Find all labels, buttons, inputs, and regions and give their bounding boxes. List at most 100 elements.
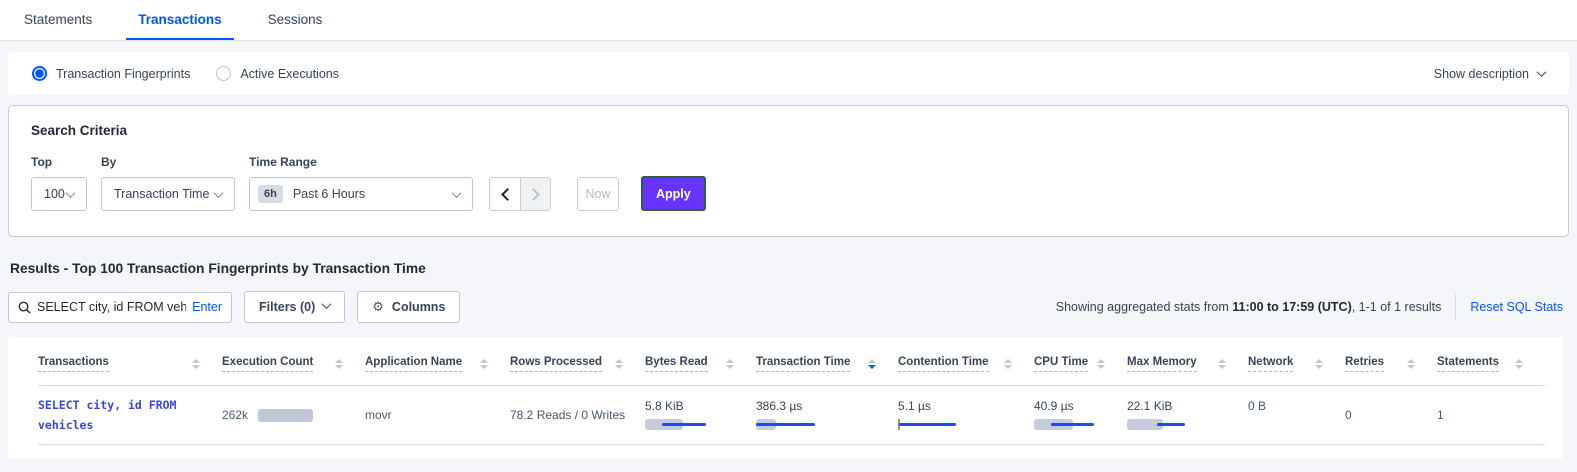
column-header-label: Max Memory: [1127, 356, 1197, 372]
time-range-value: Past 6 Hours: [293, 187, 365, 201]
max-memory-bar: [1127, 418, 1197, 431]
sort-icon[interactable]: [726, 359, 734, 369]
gear-icon: ⚙: [372, 299, 384, 315]
chevron-down-icon: [66, 188, 76, 198]
transaction-fingerprint-link[interactable]: SELECT city, id FROM vehicles: [38, 395, 198, 435]
table-header-row: TransactionsExecution Count Application N…: [38, 343, 1545, 386]
filters-button-label: Filters (0): [259, 300, 315, 314]
column-header-contention-time[interactable]: Contention Time: [898, 356, 1034, 372]
top-field: Top 100: [31, 155, 87, 211]
cell-bytes-read: 5.8 KiB: [645, 386, 756, 431]
transaction-time-bar: [756, 418, 826, 431]
chevron-right-icon: [527, 188, 540, 201]
table-row: SELECT city, id FROM vehicles 262k movr …: [38, 386, 1545, 445]
by-field-label: By: [101, 155, 235, 169]
chevron-down-icon: [1537, 67, 1547, 77]
max-memory-value: 22.1 KiB: [1127, 399, 1248, 413]
sort-icon[interactable]: [1315, 359, 1323, 369]
filters-button[interactable]: Filters (0): [244, 291, 345, 323]
columns-button[interactable]: ⚙ Columns: [357, 291, 460, 323]
column-header-label: Contention Time: [898, 356, 989, 372]
column-header-label: Transaction Time: [756, 356, 850, 372]
cell-max-memory: 22.1 KiB: [1127, 386, 1248, 431]
tab-bar: Statements Transactions Sessions: [0, 0, 1577, 41]
radio-transaction-fingerprints[interactable]: Transaction Fingerprints: [32, 66, 190, 81]
tab-transactions[interactable]: Transactions: [126, 0, 233, 40]
column-header-application-name[interactable]: Application Name: [365, 356, 510, 372]
sort-icon[interactable]: [615, 359, 623, 369]
time-range-badge: 6h: [258, 185, 283, 203]
column-header-transaction-time[interactable]: Transaction Time: [756, 356, 898, 372]
tab-statements[interactable]: Statements: [12, 0, 104, 40]
cell-execution-count: 262k: [222, 408, 365, 422]
top-select[interactable]: 100: [31, 177, 87, 211]
cell-transactions: SELECT city, id FROM vehicles: [38, 395, 222, 435]
column-header-max-memory[interactable]: Max Memory: [1127, 356, 1248, 372]
column-header-label: Statements: [1437, 356, 1499, 372]
columns-button-label: Columns: [392, 300, 445, 314]
sort-icon[interactable]: [868, 359, 876, 369]
cell-statements: 1: [1437, 408, 1545, 422]
time-nav-group: [489, 177, 551, 211]
contention-time-value: 5.1 µs: [898, 399, 1034, 413]
sort-icon[interactable]: [1407, 359, 1415, 369]
next-time-button[interactable]: [520, 178, 550, 210]
chevron-down-icon: [322, 299, 332, 309]
sort-icon[interactable]: [335, 359, 343, 369]
column-header-bytes-read[interactable]: Bytes Read: [645, 356, 756, 372]
column-header-transactions[interactable]: Transactions: [38, 356, 222, 372]
aggregated-stats-text: Showing aggregated stats from 11:00 to 1…: [1056, 300, 1442, 314]
cell-network: 0 B: [1248, 386, 1345, 413]
view-toggle-card: Transaction Fingerprints Active Executio…: [8, 52, 1569, 95]
reset-sql-stats-link[interactable]: Reset SQL Stats: [1470, 300, 1563, 314]
by-select[interactable]: Transaction Time: [101, 177, 235, 211]
search-box[interactable]: Enter: [8, 292, 232, 323]
vertical-divider: [1455, 294, 1456, 320]
time-range-field-label: Time Range: [249, 155, 473, 169]
radio-selected-icon[interactable]: [32, 66, 47, 81]
search-input[interactable]: [37, 300, 186, 314]
show-description-toggle[interactable]: Show description: [1434, 67, 1545, 81]
sort-icon[interactable]: [1218, 359, 1226, 369]
cell-application-name: movr: [365, 408, 510, 422]
column-header-execution-count[interactable]: Execution Count: [222, 356, 365, 372]
column-header-cpu-time[interactable]: CPU Time: [1034, 356, 1127, 372]
previous-time-button[interactable]: [490, 178, 520, 210]
sort-icon[interactable]: [1097, 359, 1105, 369]
cell-retries: 0: [1345, 408, 1437, 422]
stats-area: Showing aggregated stats from 11:00 to 1…: [1056, 294, 1569, 320]
bytes-read-value: 5.8 KiB: [645, 399, 756, 413]
search-criteria-card: Search Criteria Top 100 By Transaction T…: [8, 105, 1569, 237]
search-enter-button[interactable]: Enter: [192, 300, 222, 314]
sort-icon[interactable]: [1515, 359, 1523, 369]
column-header-rows-processed[interactable]: Rows Processed: [510, 356, 645, 372]
column-header-label: Retries: [1345, 356, 1384, 372]
chevron-left-icon: [501, 188, 514, 201]
execution-count-value: 262k: [222, 408, 248, 422]
results-table-card: TransactionsExecution Count Application N…: [8, 337, 1563, 459]
top-field-label: Top: [31, 155, 87, 169]
tab-sessions[interactable]: Sessions: [256, 0, 335, 40]
column-header-retries[interactable]: Retries: [1345, 356, 1437, 372]
column-header-statements[interactable]: Statements: [1437, 356, 1545, 372]
apply-button[interactable]: Apply: [641, 176, 706, 211]
show-description-label: Show description: [1434, 67, 1529, 81]
column-header-label: Execution Count: [222, 356, 313, 372]
execution-count-bar: [258, 409, 313, 422]
radio-unselected-icon[interactable]: [216, 66, 231, 81]
search-criteria-title: Search Criteria: [31, 123, 1546, 138]
sort-icon[interactable]: [192, 359, 200, 369]
by-field: By Transaction Time: [101, 155, 235, 211]
chevron-down-icon: [452, 188, 462, 198]
sort-icon[interactable]: [1004, 359, 1012, 369]
sort-icon[interactable]: [480, 359, 488, 369]
contention-time-bar: [898, 418, 968, 431]
now-button[interactable]: Now: [577, 177, 619, 211]
column-header-label: Network: [1248, 356, 1293, 372]
column-header-network[interactable]: Network: [1248, 356, 1345, 372]
column-header-label: Rows Processed: [510, 356, 602, 372]
radio-active-executions[interactable]: Active Executions: [216, 66, 339, 81]
results-heading: Results - Top 100 Transaction Fingerprin…: [10, 261, 1569, 276]
time-range-select[interactable]: 6h Past 6 Hours: [249, 177, 473, 211]
search-icon: [18, 301, 31, 314]
